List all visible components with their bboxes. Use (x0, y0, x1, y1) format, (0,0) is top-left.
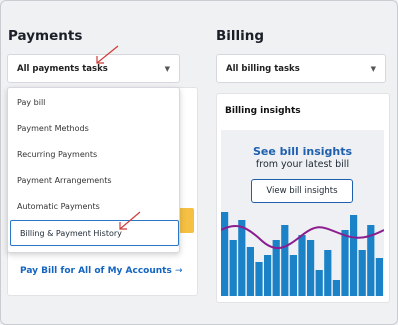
illustration-bar (289, 255, 297, 296)
illustration-bar (341, 230, 349, 296)
menu-item-pay-bill[interactable]: Pay bill (8, 89, 179, 115)
menu-item-payment-arrangements[interactable]: Payment Arrangements (8, 167, 179, 193)
illustration-bar (264, 255, 272, 296)
payments-task-select[interactable]: All payments tasks ▼ (7, 54, 180, 83)
payments-dropdown-menu: Pay bill Payment Methods Recurring Payme… (7, 87, 180, 253)
billing-select-value: All billing tasks (226, 63, 300, 74)
illustration-bar (229, 240, 237, 296)
billing-insights-title: Billing insights (225, 106, 301, 116)
illustration-bar (221, 212, 229, 296)
menu-item-billing-payment-history[interactable]: Billing & Payment History (10, 220, 179, 246)
illustration-bar (358, 250, 366, 296)
illustration-bar (298, 235, 306, 296)
payments-select-value: All payments tasks (17, 63, 108, 74)
chevron-down-icon: ▼ (164, 64, 170, 73)
payments-title: Payments (8, 28, 83, 44)
illustration-bar (255, 262, 263, 296)
bill-insights-headline: See bill insights (252, 145, 353, 158)
bill-insights-subheadline: from your latest bill (255, 159, 350, 170)
billing-title: Billing (216, 28, 265, 44)
billing-task-select[interactable]: All billing tasks ▼ (216, 54, 386, 83)
illustration-bar (238, 220, 246, 296)
illustration-bar (281, 225, 289, 296)
menu-item-recurring-payments[interactable]: Recurring Payments (8, 141, 179, 167)
illustration-bar (246, 247, 254, 296)
illustration-bar (350, 215, 358, 296)
menu-item-automatic-payments[interactable]: Automatic Payments (8, 193, 179, 219)
yellow-button-edge[interactable] (179, 208, 194, 233)
pay-all-accounts-label: Pay Bill for All of My Accounts (20, 266, 172, 276)
illustration-bar (324, 250, 332, 296)
illustration-bar (375, 258, 383, 296)
chevron-down-icon: ▼ (370, 64, 376, 73)
menu-item-payment-methods[interactable]: Payment Methods (8, 115, 179, 141)
view-bill-insights-button[interactable]: View bill insights (251, 179, 353, 203)
bill-insights-promo: See bill insights from your latest bill … (221, 130, 384, 296)
pay-all-accounts-link[interactable]: Pay Bill for All of My Accounts → (20, 266, 183, 276)
illustration-bar (332, 280, 340, 296)
illustration-bar (307, 240, 315, 296)
illustration-bar (315, 270, 323, 296)
arrow-right-icon: → (174, 266, 183, 276)
